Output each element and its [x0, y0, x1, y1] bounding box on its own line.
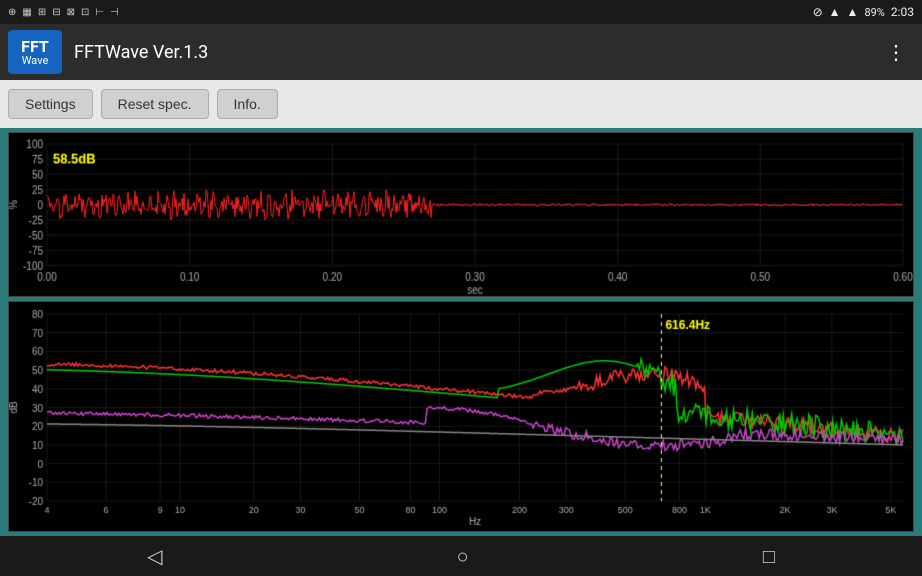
title-bar: FFT Wave FFTWave Ver.1.3 ⋮ [0, 24, 922, 80]
back-button[interactable]: ◁ [107, 540, 202, 572]
app-icon: FFT Wave [8, 30, 62, 74]
spectrum-canvas[interactable] [9, 302, 913, 531]
wifi-icon: ▲ [829, 5, 841, 19]
no-sign-icon: ⊘ [813, 5, 823, 19]
charts-container [0, 128, 922, 536]
time-display: 2:03 [891, 5, 914, 19]
app-icon-wave-text: Wave [22, 55, 49, 66]
action-bar: Settings Reset spec. Info. [0, 80, 922, 128]
settings-button[interactable]: Settings [8, 89, 93, 119]
status-bar: ⊕ ▦ ⊞ ⊟ ⊠ ⊡ ⊢ ⊣ ⊘ ▲ ▲ 89% 2:03 [0, 0, 922, 24]
signal-icon: ▲ [847, 5, 859, 19]
waveform-panel [8, 132, 914, 297]
status-bar-right: ⊘ ▲ ▲ 89% 2:03 [813, 5, 914, 19]
battery-percent: 89% [864, 6, 884, 19]
app-title: FFTWave Ver.1.3 [74, 42, 878, 63]
waveform-canvas[interactable] [9, 133, 913, 296]
nav-bar: ◁ ○ □ [0, 536, 922, 576]
spectrum-panel [8, 301, 914, 532]
reset-spec-button[interactable]: Reset spec. [101, 89, 209, 119]
app-icon-fft-text: FFT [21, 39, 49, 55]
overflow-menu-icon[interactable]: ⋮ [878, 32, 914, 72]
home-button[interactable]: ○ [417, 540, 509, 573]
status-icons-left: ⊕ ▦ ⊞ ⊟ ⊠ ⊡ ⊢ ⊣ [8, 7, 119, 18]
info-button[interactable]: Info. [217, 89, 278, 119]
recent-button[interactable]: □ [723, 540, 815, 573]
